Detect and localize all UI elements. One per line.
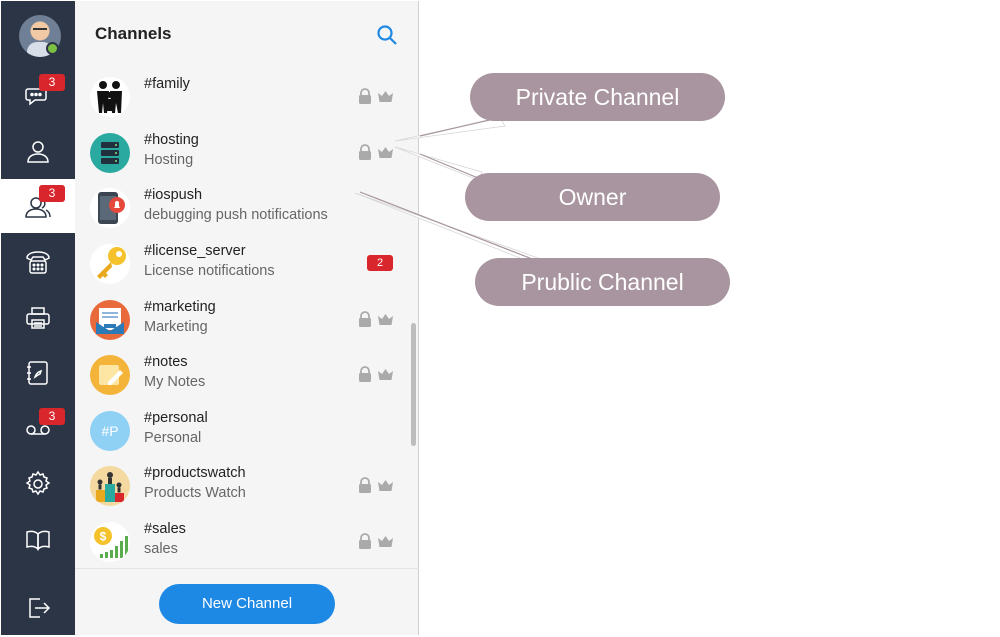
gear-icon (25, 470, 51, 496)
nav-help[interactable] (1, 513, 75, 567)
channel-row-notes[interactable]: #notes My Notes (75, 348, 407, 403)
nav-contacts[interactable] (1, 124, 75, 178)
new-channel-button[interactable]: New Channel (159, 584, 335, 624)
notes-icon (90, 355, 130, 395)
nav-channels[interactable]: 3 (1, 179, 75, 233)
phone-icon (26, 251, 50, 274)
panel-footer: New Channel (75, 568, 419, 635)
presence-online-icon (46, 42, 59, 55)
mobile-notification-icon (90, 188, 130, 228)
server-icon (90, 133, 130, 173)
nav-logout[interactable] (1, 581, 75, 635)
crown-icon (378, 314, 393, 325)
nav-fax[interactable] (1, 291, 75, 345)
channel-row-personal[interactable]: #P #personal Personal (75, 404, 407, 459)
channel-name: #license_server (144, 243, 246, 259)
lock-icon (359, 366, 371, 382)
nav-voicemail[interactable]: 3 (1, 402, 75, 456)
address-book-icon (27, 361, 48, 385)
logout-icon (29, 598, 51, 618)
channel-description: debugging push notifications (144, 207, 328, 223)
unread-badge: 2 (367, 255, 393, 271)
nav-chat[interactable]: 3 (1, 68, 75, 122)
lock-icon (359, 311, 371, 327)
channel-name: #marketing (144, 299, 216, 315)
lock-icon (359, 88, 371, 104)
search-icon[interactable] (375, 23, 399, 47)
channel-description: Marketing (144, 319, 208, 335)
channel-description: Products Watch (144, 485, 246, 501)
channel-description: sales (144, 541, 178, 557)
callout-public-channel: Prublic Channel (475, 258, 730, 306)
channel-row-family[interactable]: #family (75, 70, 407, 125)
crown-icon (378, 147, 393, 158)
sales-chart-icon: $ (90, 522, 130, 562)
channel-row-license-server[interactable]: #license_server License notifications 2 (75, 237, 407, 292)
channel-name: #productswatch (144, 465, 246, 481)
channel-name: #family (144, 76, 190, 92)
channel-name: #iospush (144, 187, 203, 203)
app-window: 3 3 3 Channels #family #hosting Hosting … (0, 0, 1000, 637)
channels-badge: 3 (39, 185, 65, 202)
lock-icon (359, 144, 371, 160)
callout-owner: Owner (465, 173, 720, 221)
channel-row-iospush[interactable]: #iospush debugging push notifications (75, 181, 407, 236)
nav-phone[interactable] (1, 235, 75, 289)
nav-settings[interactable] (1, 457, 75, 511)
channel-row-marketing[interactable]: #marketing Marketing (75, 293, 407, 348)
nav-rail: 3 3 3 (1, 1, 75, 635)
channel-name: #personal (144, 410, 208, 426)
callout-private-channel: Private Channel (470, 73, 725, 121)
lock-icon (359, 477, 371, 493)
user-icon (27, 141, 49, 163)
key-icon (90, 244, 130, 284)
channel-description: Hosting (144, 152, 194, 168)
email-campaign-icon (90, 300, 130, 340)
channel-name: #hosting (144, 132, 199, 148)
channel-list: #family #hosting Hosting #iospush debugg… (75, 69, 419, 567)
crown-icon (378, 536, 393, 547)
panel-header: Channels (75, 1, 419, 67)
channel-description: License notifications (144, 263, 275, 279)
channel-row-hosting[interactable]: #hosting Hosting (75, 126, 407, 181)
printer-icon (26, 307, 50, 329)
initials-avatar: #P (90, 411, 130, 451)
channel-description: My Notes (144, 374, 206, 390)
channels-panel: Channels #family #hosting Hosting #iospu… (75, 1, 419, 635)
channel-description: Personal (144, 430, 202, 446)
voicemail-badge: 3 (39, 408, 65, 425)
channel-row-sales[interactable]: $ #sales sales (75, 515, 407, 567)
nav-address-book[interactable] (1, 346, 75, 400)
family-icon (90, 77, 130, 117)
channel-name: #sales (144, 521, 186, 537)
book-icon (26, 530, 50, 551)
crown-icon (378, 91, 393, 102)
podium-icon (90, 466, 130, 506)
svg-text:$: $ (100, 530, 107, 544)
avatar-initials: #P (101, 423, 119, 439)
crown-icon (378, 480, 393, 491)
crown-icon (378, 369, 393, 380)
channel-name: #notes (144, 354, 188, 370)
channel-row-productswatch[interactable]: #productswatch Products Watch (75, 459, 407, 514)
scrollbar[interactable] (411, 323, 416, 446)
lock-icon (359, 533, 371, 549)
chat-badge: 3 (39, 74, 65, 91)
page-title: Channels (95, 24, 172, 43)
